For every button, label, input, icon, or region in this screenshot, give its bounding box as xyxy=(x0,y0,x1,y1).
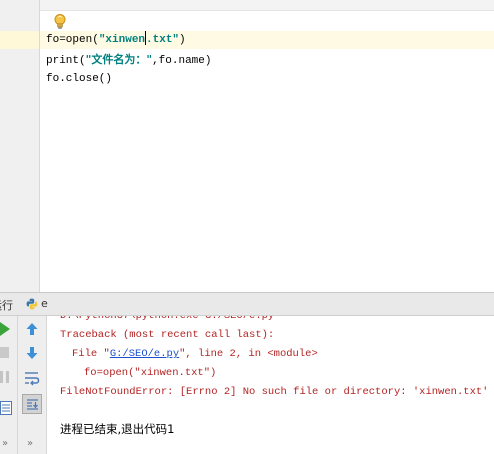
code-editor[interactable]: fo=open("xinwen.txt") print("文件名为：",fo.n… xyxy=(0,0,494,292)
stop-icon[interactable] xyxy=(0,347,10,358)
run-config-name[interactable]: e xyxy=(41,297,48,310)
arrow-down-icon[interactable] xyxy=(25,346,39,360)
console-file-suffix: ", line 2, in <module> xyxy=(179,348,318,360)
code-string-token: .txt" xyxy=(146,34,180,46)
run-icon[interactable] xyxy=(0,322,11,336)
scroll-to-end-icon xyxy=(27,399,38,410)
code-token: fo=open( xyxy=(46,34,99,46)
python-icon xyxy=(26,298,38,310)
code-line-1[interactable]: fo=open("xinwen.txt") xyxy=(46,31,186,49)
run-toolbar-primary: » xyxy=(0,316,18,454)
console-traceback-header: Traceback (most recent call last): xyxy=(60,329,275,341)
code-string-token: "xinwen xyxy=(98,34,146,46)
editor-top-strip xyxy=(40,0,494,11)
lightbulb-icon[interactable] xyxy=(53,13,67,31)
chevron-more-icon[interactable]: » xyxy=(2,438,8,449)
code-token: print( xyxy=(46,55,86,67)
chevron-more-icon[interactable]: » xyxy=(27,438,33,449)
console-file-prefix: File " xyxy=(72,348,110,360)
code-token: ,fo.name) xyxy=(152,55,212,67)
run-console[interactable]: D:\Python37\python.exe G:/SEO/e.py Trace… xyxy=(47,316,494,454)
code-token: fo.close() xyxy=(46,73,113,85)
code-line-2[interactable]: print("文件名为：",fo.name) xyxy=(46,51,212,69)
console-file-link[interactable]: G:/SEO/e.py xyxy=(110,348,179,360)
pause-icon[interactable] xyxy=(0,371,10,383)
code-string-token: "文件名为：" xyxy=(85,53,153,66)
console-command-line: D:\Python37\python.exe G:/SEO/e.py xyxy=(60,316,275,322)
console-error-line: FileNotFoundError: [Errno 2] No such fil… xyxy=(60,386,489,398)
code-line-3[interactable]: fo.close() xyxy=(46,70,112,88)
code-token: ) xyxy=(179,34,186,46)
arrow-up-icon[interactable] xyxy=(25,322,39,336)
gutter-current-line xyxy=(0,31,39,49)
ide-window: fo=open("xinwen.txt") print("文件名为：",fo.n… xyxy=(0,0,494,454)
layout-icon[interactable] xyxy=(0,401,12,415)
scroll-to-end-toggle[interactable] xyxy=(22,394,42,414)
console-exit-message: 进程已结束,退出代码1 xyxy=(60,422,175,436)
soft-wrap-icon[interactable] xyxy=(24,370,40,386)
console-code-line: fo=open("xinwen.txt") xyxy=(84,367,217,379)
run-toolbar-secondary: » xyxy=(18,316,47,454)
run-tool-window-header[interactable]: 运行 e xyxy=(0,292,494,316)
console-file-line: File "G:/SEO/e.py", line 2, in <module> xyxy=(72,345,318,364)
run-tab-label[interactable]: 运行 xyxy=(0,297,13,313)
